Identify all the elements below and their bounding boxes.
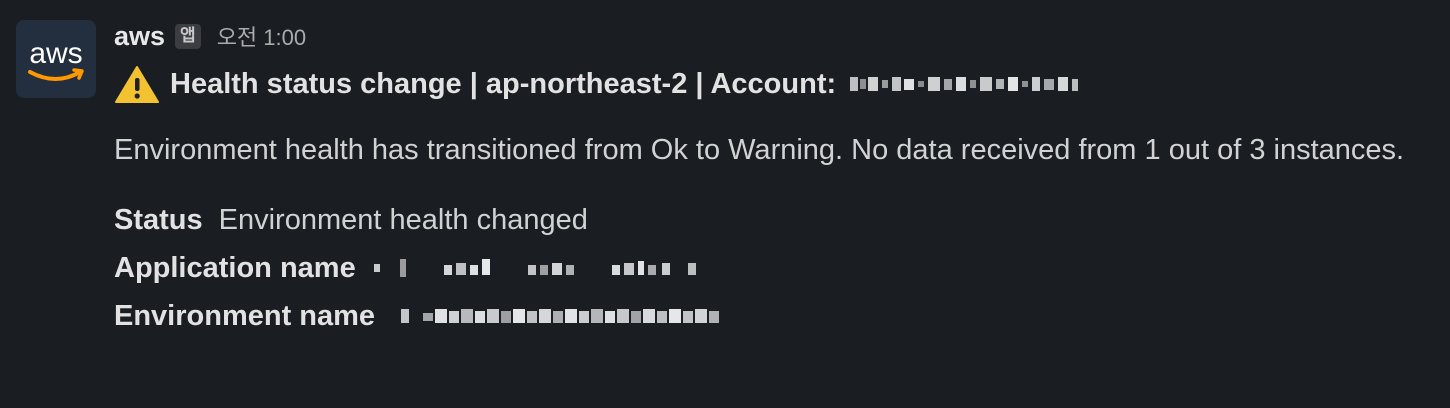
field-application-name: Application name <box>114 244 1434 292</box>
message-body: Environment health has transitioned from… <box>114 134 1405 166</box>
field-environment-name: Environment name <box>114 292 1434 340</box>
field-label-environment-name: Environment name <box>114 299 376 332</box>
aws-logo-icon: aws <box>28 37 84 81</box>
message-fields: Status Environment health changed Applic… <box>114 196 1434 340</box>
app-badge: 앱 <box>175 23 201 49</box>
aws-avatar[interactable]: aws <box>16 20 96 98</box>
redacted-application-name <box>373 259 696 277</box>
field-label-status: Status <box>114 203 203 236</box>
timestamp[interactable]: 오전 1:00 <box>217 20 306 52</box>
redacted-environment-name <box>401 309 720 323</box>
message-header: aws 앱 오전 1:00 <box>114 18 1434 54</box>
redacted-account-id <box>850 77 1079 91</box>
title-text: Health status change | ap-northeast-2 | … <box>170 67 837 100</box>
message: aws aws 앱 오전 1:00 Health status change |… <box>0 0 1450 408</box>
warning-icon <box>115 66 159 103</box>
field-label-application-name: Application name <box>114 251 356 284</box>
field-value-status: Environment health changed <box>218 203 588 236</box>
message-title: Health status change | ap-northeast-2 | … <box>114 64 1434 104</box>
field-status: Status Environment health changed <box>114 196 1434 244</box>
avatar-text: aws <box>29 37 82 70</box>
sender-name[interactable]: aws <box>114 21 165 52</box>
message-content: aws 앱 오전 1:00 Health status change | ap-… <box>114 18 1434 340</box>
